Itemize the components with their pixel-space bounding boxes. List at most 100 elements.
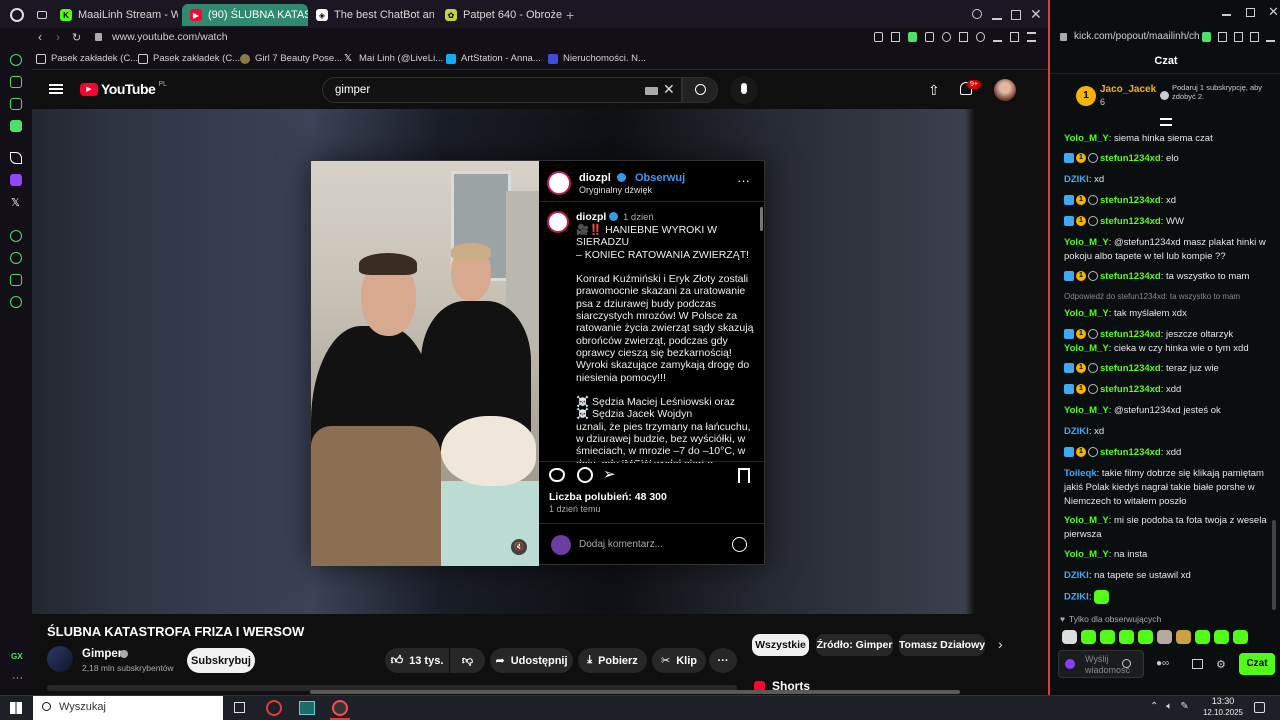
emote-icon[interactable] bbox=[1094, 590, 1110, 604]
search-box[interactable]: gimper ✕ bbox=[322, 77, 682, 103]
keyboard-icon[interactable] bbox=[645, 87, 658, 95]
send-chat-button[interactable]: Czat bbox=[1239, 653, 1275, 675]
chat-username[interactable]: stefun1234xd bbox=[1100, 384, 1161, 395]
chat-scrollbar[interactable] bbox=[1272, 520, 1276, 610]
bookmark-x[interactable]: 𝕏 Mai Linh (@LiveLi... bbox=[344, 53, 443, 64]
chip-tomasz[interactable]: Tomasz Działowy bbox=[899, 634, 985, 656]
wallet-icon[interactable] bbox=[1010, 32, 1019, 42]
caption-avatar[interactable] bbox=[547, 211, 569, 233]
taskbar-search-input[interactable]: Wyszukaj bbox=[59, 701, 106, 713]
windows-start-icon[interactable] bbox=[10, 702, 22, 714]
chat-username[interactable]: stefun1234xd bbox=[1100, 195, 1161, 206]
chat-message[interactable]: DZIKI: xd bbox=[1064, 425, 1274, 439]
gx-corner-icon[interactable] bbox=[10, 54, 22, 66]
player-icon[interactable] bbox=[10, 230, 22, 242]
chat-message[interactable]: Yolo_M_Y: tak myślałem xdx bbox=[1064, 307, 1274, 321]
dislike-button[interactable]: 👎︎ bbox=[450, 648, 485, 673]
chat-message[interactable]: 1 stefun1234xd: jeszcze oltarzyk bbox=[1064, 328, 1274, 342]
kick-bookmark-icon[interactable] bbox=[1234, 32, 1243, 42]
gx-control-icon[interactable] bbox=[10, 76, 22, 88]
new-tab-icon[interactable]: + bbox=[566, 7, 574, 23]
chat-message[interactable]: Yolo_M_Y: siema hinka siema czat bbox=[1064, 132, 1274, 146]
post-video[interactable]: 🔇 bbox=[311, 161, 539, 566]
like-icon[interactable] bbox=[549, 468, 565, 482]
opera-gx-taskbar-icon[interactable] bbox=[266, 700, 282, 716]
camera-icon[interactable] bbox=[959, 32, 968, 42]
chat-username[interactable]: Yolo_M_Y bbox=[1064, 549, 1109, 560]
chat-username[interactable]: stefun1234xd bbox=[1100, 216, 1161, 227]
store-icon[interactable] bbox=[1192, 659, 1203, 669]
close-window-icon[interactable]: ✕ bbox=[1030, 6, 1042, 23]
like-button[interactable]: 👍︎ 13 tys. bbox=[385, 648, 449, 673]
chat-message[interactable]: Yolo_M_Y: @stefun1234xd masz plakat hink… bbox=[1064, 236, 1274, 264]
chat-message[interactable]: 1 stefun1234xd: WW bbox=[1064, 215, 1274, 229]
subscribe-button[interactable]: Subskrybuj bbox=[187, 648, 255, 673]
chat-username[interactable]: DZIKI bbox=[1064, 426, 1089, 437]
gx-m-icon[interactable] bbox=[10, 120, 22, 132]
chat-message[interactable]: 1 stefun1234xd: elo bbox=[1064, 152, 1274, 166]
gx-cleaner-icon[interactable] bbox=[10, 98, 22, 110]
emoji-icon[interactable] bbox=[732, 537, 747, 552]
taskbar-search[interactable]: Wyszukaj bbox=[33, 696, 223, 720]
account-avatar[interactable] bbox=[994, 79, 1016, 101]
kick-maximize-icon[interactable] bbox=[1246, 8, 1255, 17]
chat-username[interactable]: Yolo_M_Y bbox=[1064, 133, 1109, 144]
vpn-shield-icon[interactable] bbox=[908, 32, 917, 42]
chat-message[interactable]: 1 stefun1234xd: xdd bbox=[1064, 383, 1274, 397]
kick-url[interactable]: kick.com/popout/maailinh/ch bbox=[1074, 31, 1204, 42]
menu-icon[interactable] bbox=[1027, 32, 1036, 42]
clock-time[interactable]: 13:30 bbox=[1206, 696, 1240, 706]
chat-message[interactable]: Yolo_M_Y: mi sie podoba ta fota twoja z … bbox=[1064, 514, 1274, 542]
page-scrollbar[interactable] bbox=[310, 690, 960, 694]
opera-menu-icon[interactable] bbox=[10, 8, 24, 22]
chip-source-gimper[interactable]: Źródło: Gimper bbox=[816, 634, 893, 656]
caption-scrollbar[interactable] bbox=[760, 207, 763, 231]
chat-message[interactable]: Toileqk: takie filmy dobrze się klikają … bbox=[1064, 467, 1274, 509]
emote-icon[interactable] bbox=[1233, 630, 1248, 644]
minimize-icon[interactable] bbox=[992, 18, 1002, 20]
bookmark-nieruchomosci[interactable]: Nieruchomości. N... bbox=[548, 53, 646, 64]
chat-username[interactable]: Yolo_M_Y bbox=[1064, 405, 1109, 416]
settings-icon[interactable] bbox=[10, 296, 22, 308]
chat-message[interactable]: 1 stefun1234xd: teraz juz wie bbox=[1064, 362, 1274, 376]
chat-users-icon[interactable]: ●∞ bbox=[1156, 658, 1169, 669]
emote-icon[interactable] bbox=[1138, 630, 1153, 644]
kick-minimize-icon[interactable] bbox=[1222, 14, 1231, 16]
chips-next-icon[interactable]: › bbox=[998, 636, 1003, 652]
save-icon[interactable] bbox=[738, 468, 750, 483]
chat-username[interactable]: DZIKI bbox=[1064, 592, 1089, 603]
emote-icon[interactable] bbox=[1100, 630, 1115, 644]
emote-icon[interactable] bbox=[1195, 630, 1210, 644]
share-icon[interactable]: ➢ bbox=[603, 465, 616, 483]
chat-message[interactable]: 1 stefun1234xd: xdd bbox=[1064, 446, 1274, 460]
emote-icon[interactable] bbox=[1157, 630, 1172, 644]
task-view-icon[interactable] bbox=[234, 702, 245, 713]
chip-all[interactable]: Wszystkie bbox=[752, 634, 809, 656]
search-button[interactable] bbox=[682, 77, 718, 103]
reload-icon[interactable]: ↻ bbox=[72, 31, 81, 44]
hamburger-icon[interactable] bbox=[49, 84, 63, 94]
bookmark-artstation[interactable]: ArtStation - Anna... bbox=[446, 53, 541, 64]
chat-username[interactable]: stefun1234xd bbox=[1100, 153, 1161, 164]
snapshot-icon[interactable] bbox=[891, 32, 900, 42]
app-taskbar-icon[interactable] bbox=[299, 701, 315, 715]
chat-input[interactable]: Wyślij wiadomość bbox=[1058, 650, 1144, 678]
chat-message[interactable]: 1 stefun1234xd: ta wszystko to mam bbox=[1064, 270, 1274, 284]
kick-download-icon[interactable] bbox=[1266, 32, 1275, 42]
kick-play-icon[interactable] bbox=[1218, 32, 1227, 42]
chat-messages[interactable]: Yolo_M_Y: siema hinka siema czat 1 stefun1… bbox=[1050, 130, 1280, 608]
maximize-icon[interactable] bbox=[1011, 10, 1021, 20]
comment-icon[interactable] bbox=[577, 467, 593, 483]
profile-icon[interactable] bbox=[976, 32, 985, 42]
chat-reply-context[interactable]: Odpowiedź do stefun1234xd: ta wszystko t… bbox=[1064, 290, 1274, 304]
caption-scroll[interactable]: diozpl 1 dzień 🎥‼️ HANIEBNE WYROKI W SIE… bbox=[547, 209, 759, 463]
chat-username[interactable]: DZIKI bbox=[1064, 174, 1089, 185]
tab-list-icon[interactable] bbox=[37, 11, 47, 19]
emote-icon[interactable] bbox=[1214, 630, 1229, 644]
tray-chevron-icon[interactable]: ⌃ bbox=[1150, 701, 1158, 712]
chat-message[interactable]: Yolo_M_Y: @stefun1234xd jesteś ok bbox=[1064, 404, 1274, 418]
history-icon[interactable] bbox=[10, 252, 22, 264]
chat-message[interactable]: Yolo_M_Y: na insta bbox=[1064, 548, 1274, 562]
youtube-logo[interactable]: ▶ YouTube PL bbox=[80, 81, 167, 97]
chat-username[interactable]: Yolo_M_Y bbox=[1064, 343, 1109, 354]
